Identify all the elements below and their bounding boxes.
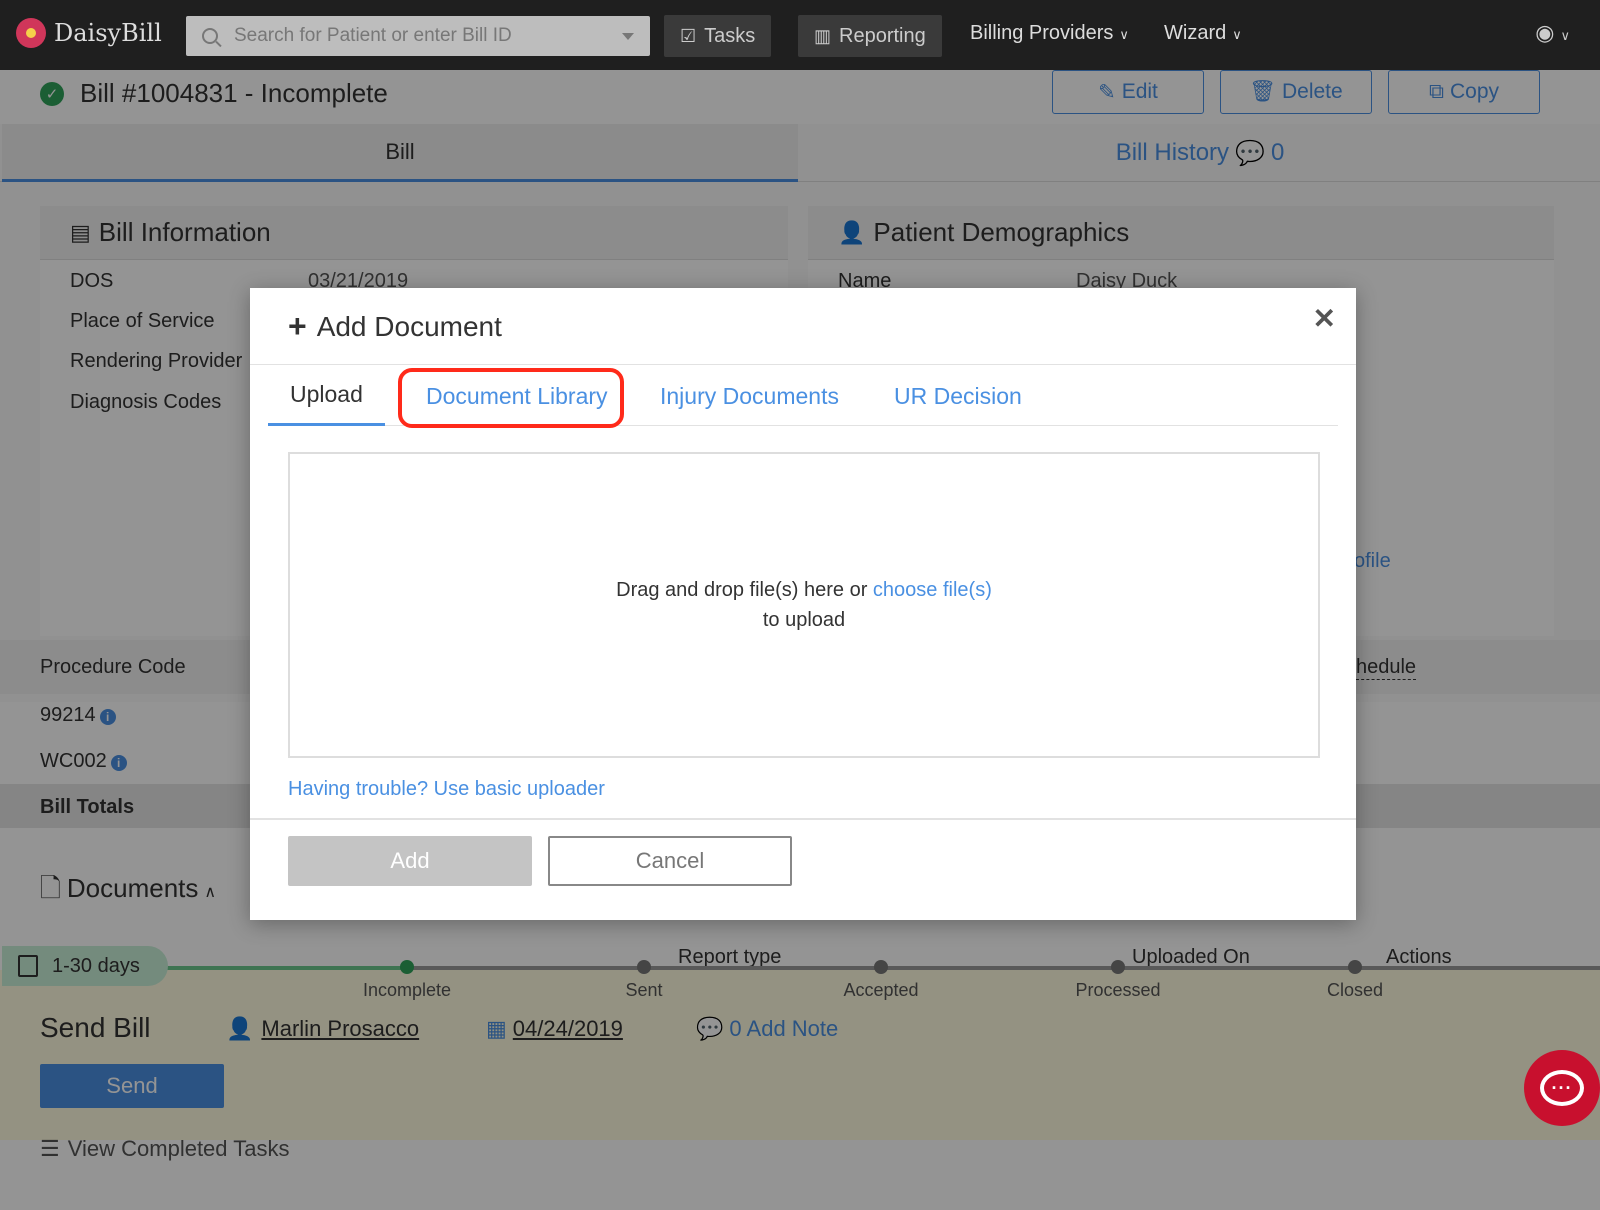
chat-widget-button[interactable]: ···	[1524, 1050, 1600, 1126]
search-input[interactable]: Search for Patient or enter Bill ID	[186, 16, 650, 56]
reporting-label: Reporting	[839, 24, 926, 47]
cancel-label: Cancel	[635, 848, 705, 873]
daisy-icon	[16, 18, 46, 48]
user-circle-icon: ◉	[1535, 20, 1555, 45]
modal-title-text: Add Document	[316, 310, 502, 342]
tab-upload-label: Upload	[290, 381, 363, 407]
tab-injury-documents-label: Injury Documents	[660, 382, 839, 409]
tab-upload[interactable]: Upload	[268, 366, 385, 426]
chevron-down-icon: ∨	[1119, 27, 1129, 42]
chevron-down-icon: ∨	[1232, 27, 1242, 42]
tasks-label: Tasks	[704, 24, 756, 47]
app-name: DaisyBill	[54, 19, 162, 47]
user-menu[interactable]: ◉ ∨	[1535, 20, 1570, 46]
top-nav: DaisyBill Search for Patient or enter Bi…	[0, 0, 1600, 70]
close-icon[interactable]: ✕	[1313, 302, 1336, 335]
dropzone-text: Drag and drop file(s) here or choose fil…	[616, 575, 992, 605]
search-icon	[202, 28, 218, 44]
basic-uploader-link[interactable]: Having trouble? Use basic uploader	[288, 778, 605, 801]
bar-chart-icon: ▥	[814, 25, 832, 46]
file-dropzone[interactable]: Drag and drop file(s) here or choose fil…	[288, 452, 1320, 758]
highlight-annotation	[398, 368, 624, 428]
tab-injury-documents[interactable]: Injury Documents	[660, 366, 839, 426]
chat-icon: ···	[1540, 1070, 1584, 1106]
caret-down-icon	[622, 33, 634, 40]
add-button[interactable]: Add	[288, 836, 532, 886]
tab-ur-decision[interactable]: UR Decision	[894, 366, 1022, 426]
divider	[250, 364, 1356, 365]
dropzone-instruction: Drag and drop file(s) here or	[616, 579, 868, 601]
search-placeholder: Search for Patient or enter Bill ID	[234, 25, 512, 46]
daisybill-logo[interactable]: DaisyBill	[16, 18, 162, 48]
wizard-menu[interactable]: Wizard ∨	[1164, 22, 1242, 45]
plus-icon: +	[288, 308, 307, 344]
tasks-button[interactable]: ☑ Tasks	[664, 15, 772, 57]
clipboard-icon: ☑	[680, 25, 697, 46]
choose-files-link[interactable]: choose file(s)	[873, 579, 992, 601]
divider	[250, 818, 1356, 820]
billing-providers-label: Billing Providers	[970, 22, 1114, 44]
tab-ur-decision-label: UR Decision	[894, 382, 1022, 409]
add-label: Add	[390, 848, 430, 873]
modal-title: + Add Document	[288, 308, 502, 345]
dropzone-instruction-2: to upload	[762, 609, 846, 631]
wizard-label: Wizard	[1164, 22, 1227, 44]
cancel-button[interactable]: Cancel	[548, 836, 792, 886]
chevron-down-icon: ∨	[1560, 28, 1570, 43]
billing-providers-menu[interactable]: Billing Providers ∨	[970, 22, 1129, 45]
reporting-button[interactable]: ▥ Reporting	[798, 15, 942, 57]
